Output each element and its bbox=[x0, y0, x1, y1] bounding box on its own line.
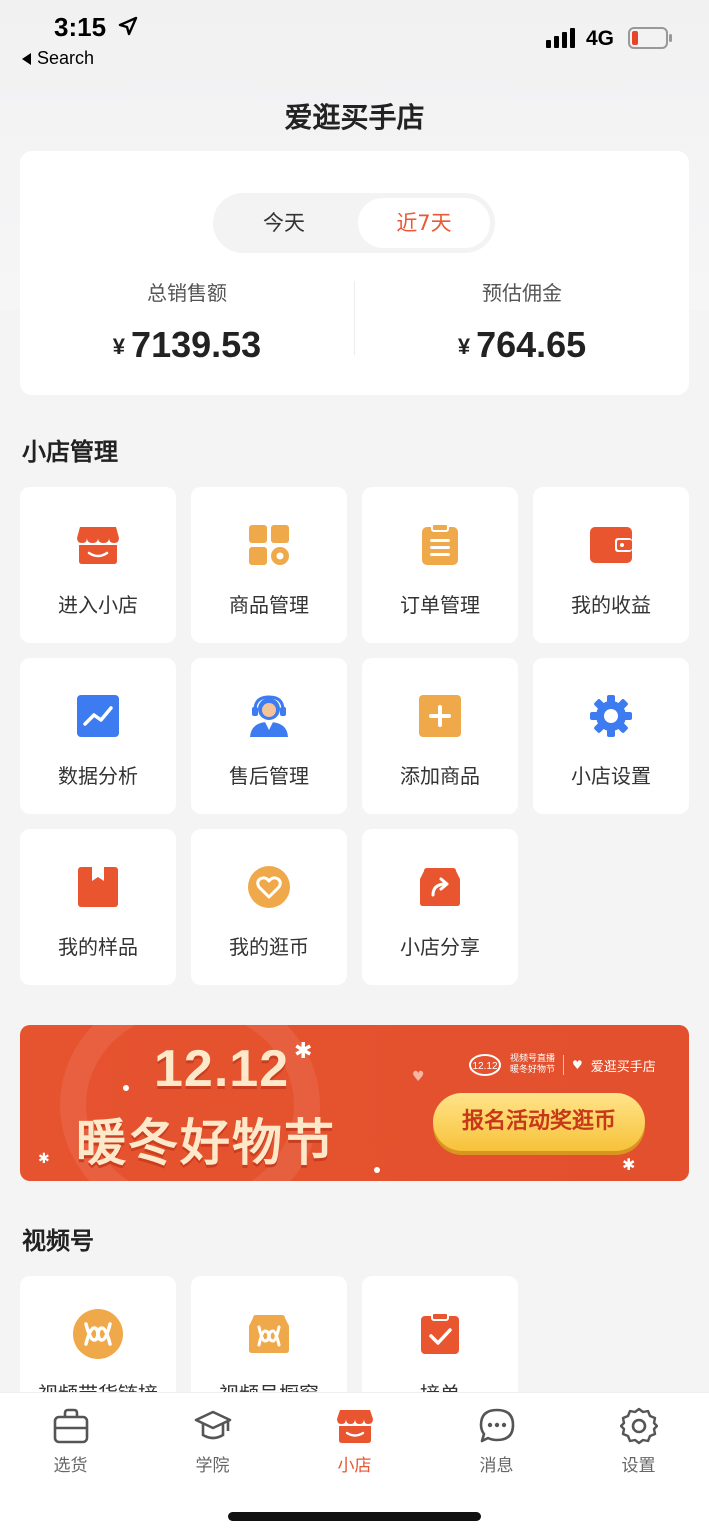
bag-icon bbox=[53, 1408, 89, 1444]
trend-chart-icon bbox=[77, 695, 119, 737]
tile-shop-share[interactable]: 小店分享 bbox=[362, 829, 518, 985]
tab-settings[interactable]: 设置 bbox=[568, 1393, 709, 1493]
tile-label: 数据分析 bbox=[58, 764, 138, 788]
status-time: 3:15 bbox=[54, 12, 107, 42]
svg-text:12.12: 12.12 bbox=[472, 1061, 497, 1072]
store-icon bbox=[337, 1410, 373, 1443]
banner-title: 暖冬好物节 bbox=[76, 1114, 336, 1172]
tile-shop-settings[interactable]: 小店设置 bbox=[533, 658, 689, 814]
banner-dot bbox=[123, 1085, 129, 1091]
shop-management-title: 小店管理 bbox=[22, 438, 118, 466]
brand-separator bbox=[563, 1055, 565, 1075]
settings-icon bbox=[620, 1407, 658, 1445]
back-arrow-icon bbox=[22, 52, 31, 65]
tab-shop[interactable]: 小店 bbox=[284, 1393, 425, 1493]
banner-date: 12.12 bbox=[154, 1040, 290, 1098]
tile-label: 我的样品 bbox=[58, 935, 138, 959]
commission-value: ¥764.65 bbox=[355, 324, 689, 366]
brand-heart-icon: ♥ bbox=[572, 1058, 583, 1072]
sparkle-icon: ✱ bbox=[38, 1151, 50, 1167]
add-square-icon bbox=[419, 695, 461, 737]
tile-enter-shop[interactable]: 进入小店 bbox=[20, 487, 176, 643]
banner-brand-mini: 视频号直播 暖冬好物节 bbox=[510, 1054, 556, 1075]
total-sales-amount: 7139.53 bbox=[131, 324, 262, 365]
battery-icon bbox=[628, 27, 672, 49]
check-clipboard-icon bbox=[421, 1312, 459, 1354]
back-to-search-link[interactable]: Search bbox=[22, 48, 94, 69]
heart-deco-icon: ♥ bbox=[412, 1069, 425, 1085]
home-indicator bbox=[228, 1512, 481, 1521]
storefront-icon bbox=[77, 527, 119, 564]
sales-stats-card: 今天 近7天 总销售额 ¥7139.53 预估佣金 ¥764.65 bbox=[20, 151, 689, 395]
tab-label: 选货 bbox=[53, 1456, 88, 1476]
tile-label: 售后管理 bbox=[229, 764, 309, 788]
tab-label: 设置 bbox=[621, 1456, 656, 1476]
tile-label: 添加商品 bbox=[400, 764, 480, 788]
location-arrow-icon bbox=[118, 16, 138, 36]
commission-stat: 预估佣金 ¥764.65 bbox=[355, 277, 689, 366]
commission-label: 预估佣金 bbox=[482, 281, 562, 305]
network-type: 4G bbox=[586, 27, 615, 50]
total-sales-label: 总销售额 bbox=[147, 281, 227, 305]
register-activity-button[interactable]: 报名活动奖逛币 bbox=[433, 1093, 645, 1151]
tile-label: 我的逛币 bbox=[229, 935, 309, 959]
tile-label: 订单管理 bbox=[400, 593, 480, 617]
twelve-twelve-logo-icon: 12.12 bbox=[469, 1054, 501, 1076]
tab-select-goods[interactable]: 选货 bbox=[0, 1393, 141, 1493]
page-title: 爱逛买手店 bbox=[284, 101, 425, 134]
total-sales-stat: 总销售额 ¥7139.53 bbox=[20, 277, 354, 366]
tile-label: 进入小店 bbox=[58, 593, 138, 617]
tab-label: 学院 bbox=[195, 1456, 230, 1476]
channels-shop-icon bbox=[249, 1315, 289, 1353]
status-bar: 3:15 Search 4G bbox=[0, 0, 709, 80]
tab-label: 小店 bbox=[337, 1456, 372, 1476]
channels-logo-icon bbox=[73, 1309, 123, 1359]
chat-bubble-icon bbox=[479, 1408, 515, 1443]
tile-my-coins[interactable]: 我的逛币 bbox=[191, 829, 347, 985]
tile-label: 商品管理 bbox=[229, 593, 309, 617]
gear-icon bbox=[590, 695, 632, 737]
heart-coin-icon bbox=[248, 866, 290, 908]
tab-last-7-days[interactable]: 近7天 bbox=[358, 198, 490, 248]
banner-dot bbox=[374, 1167, 380, 1173]
promo-banner[interactable]: 12.12 暖冬好物节 ✱ ✱ ✱ ♥ 12.12 视频号直播 暖冬好物节 ♥ … bbox=[20, 1025, 689, 1181]
share-bag-icon bbox=[420, 868, 460, 906]
tile-data-analysis[interactable]: 数据分析 bbox=[20, 658, 176, 814]
sparkle-icon: ✱ bbox=[622, 1155, 636, 1174]
product-grid-gear-icon bbox=[249, 525, 289, 565]
tile-order-management[interactable]: 订单管理 bbox=[362, 487, 518, 643]
tile-product-management[interactable]: 商品管理 bbox=[191, 487, 347, 643]
tile-add-product[interactable]: 添加商品 bbox=[362, 658, 518, 814]
customer-service-icon bbox=[250, 695, 288, 737]
total-sales-value: ¥7139.53 bbox=[20, 324, 354, 366]
tab-academy[interactable]: 学院 bbox=[142, 1393, 283, 1493]
tile-my-earnings[interactable]: 我的收益 bbox=[533, 487, 689, 643]
wallet-icon bbox=[590, 527, 632, 563]
back-label: Search bbox=[37, 48, 95, 68]
tab-label: 消息 bbox=[479, 1456, 514, 1476]
signal-bars-icon bbox=[546, 28, 575, 48]
tab-today[interactable]: 今天 bbox=[218, 198, 350, 248]
tile-my-samples[interactable]: 我的样品 bbox=[20, 829, 176, 985]
period-toggle: 今天 近7天 bbox=[213, 193, 495, 253]
sample-box-icon bbox=[78, 867, 118, 907]
banner-brand: 12.12 视频号直播 暖冬好物节 ♥ 爱逛买手店 bbox=[468, 1053, 656, 1077]
currency-symbol: ¥ bbox=[112, 334, 126, 359]
tile-label: 小店分享 bbox=[400, 935, 480, 959]
commission-amount: 764.65 bbox=[476, 324, 587, 365]
video-section-title: 视频号 bbox=[22, 1227, 94, 1255]
banner-shop-name: 爱逛买手店 bbox=[590, 1059, 656, 1075]
graduation-cap-icon bbox=[194, 1410, 232, 1440]
currency-symbol: ¥ bbox=[457, 334, 471, 359]
sparkle-icon: ✱ bbox=[294, 1039, 313, 1064]
clipboard-icon bbox=[422, 523, 458, 565]
tab-messages[interactable]: 消息 bbox=[426, 1393, 567, 1493]
tile-after-sales[interactable]: 售后管理 bbox=[191, 658, 347, 814]
tile-label: 我的收益 bbox=[571, 593, 651, 617]
tile-label: 小店设置 bbox=[571, 764, 651, 788]
